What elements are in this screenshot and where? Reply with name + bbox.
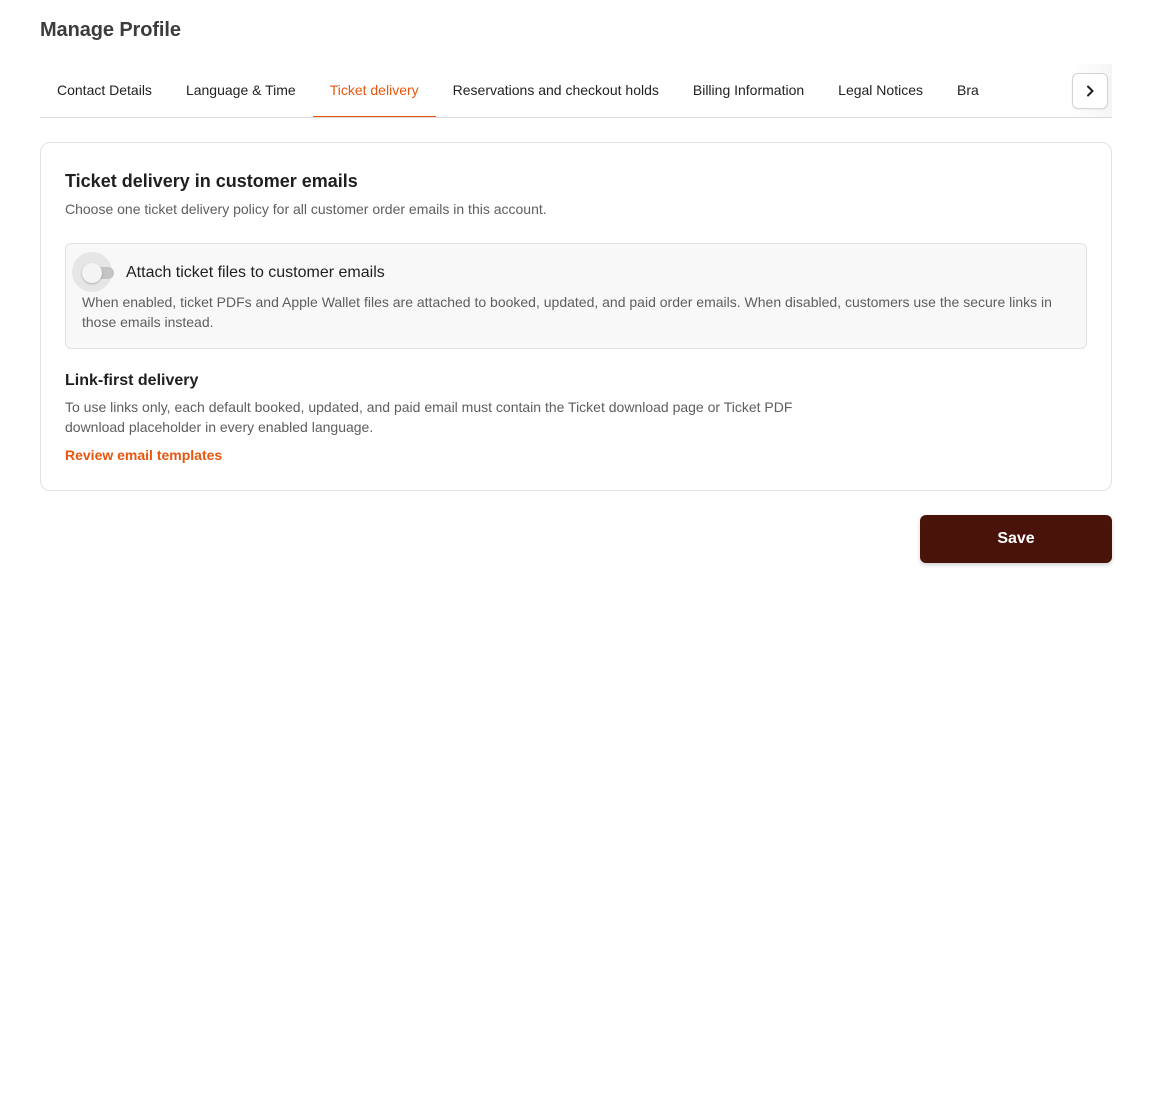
tab-label: Legal Notices bbox=[838, 82, 923, 98]
tab-label: Bra bbox=[956, 82, 979, 98]
tab-language-time[interactable]: Language & Time bbox=[169, 64, 313, 117]
attach-files-option: Attach ticket files to customer emails W… bbox=[65, 243, 1087, 349]
tab-label: Reservations and checkout holds bbox=[452, 82, 659, 98]
attach-files-toggle[interactable] bbox=[72, 252, 114, 292]
tab-label: Contact Details bbox=[57, 82, 152, 98]
tab-label: Ticket delivery bbox=[329, 82, 419, 98]
attach-files-label: Attach ticket files to customer emails bbox=[126, 264, 385, 281]
chevron-right-icon bbox=[1087, 85, 1094, 97]
save-button[interactable]: Save bbox=[920, 515, 1112, 563]
tab-reservations-checkout-holds[interactable]: Reservations and checkout holds bbox=[436, 64, 676, 117]
link-first-description: To use links only, each default booked, … bbox=[65, 399, 793, 435]
tab-ticket-delivery[interactable]: Ticket delivery bbox=[312, 64, 436, 117]
tab-strip: Contact Details Language & Time Ticket d… bbox=[40, 64, 996, 117]
attach-files-description: When enabled, ticket PDFs and Apple Wall… bbox=[82, 294, 1052, 330]
tab-legal-notices[interactable]: Legal Notices bbox=[821, 64, 940, 117]
ticket-delivery-card: Ticket delivery in customer emails Choos… bbox=[40, 142, 1112, 491]
review-email-templates-link[interactable]: Review email templates bbox=[65, 447, 222, 463]
tab-scroll-right-button[interactable] bbox=[1072, 73, 1108, 109]
tab-label: Language & Time bbox=[185, 82, 296, 98]
toggle-thumb bbox=[82, 263, 102, 283]
manage-profile-page: Manage Profile Contact Details Language … bbox=[0, 0, 1152, 1100]
profile-tabs: Contact Details Language & Time Ticket d… bbox=[40, 64, 1112, 118]
tab-label: Billing Information bbox=[692, 82, 805, 98]
tab-billing-information[interactable]: Billing Information bbox=[676, 64, 821, 117]
card-subtitle: Choose one ticket delivery policy for al… bbox=[65, 201, 547, 217]
page-title: Manage Profile bbox=[40, 19, 181, 41]
tab-branding-partial[interactable]: Bra bbox=[940, 64, 996, 117]
link-first-title: Link-first delivery bbox=[65, 372, 199, 389]
tab-contact-details[interactable]: Contact Details bbox=[40, 64, 169, 117]
card-title: Ticket delivery in customer emails bbox=[65, 171, 358, 191]
